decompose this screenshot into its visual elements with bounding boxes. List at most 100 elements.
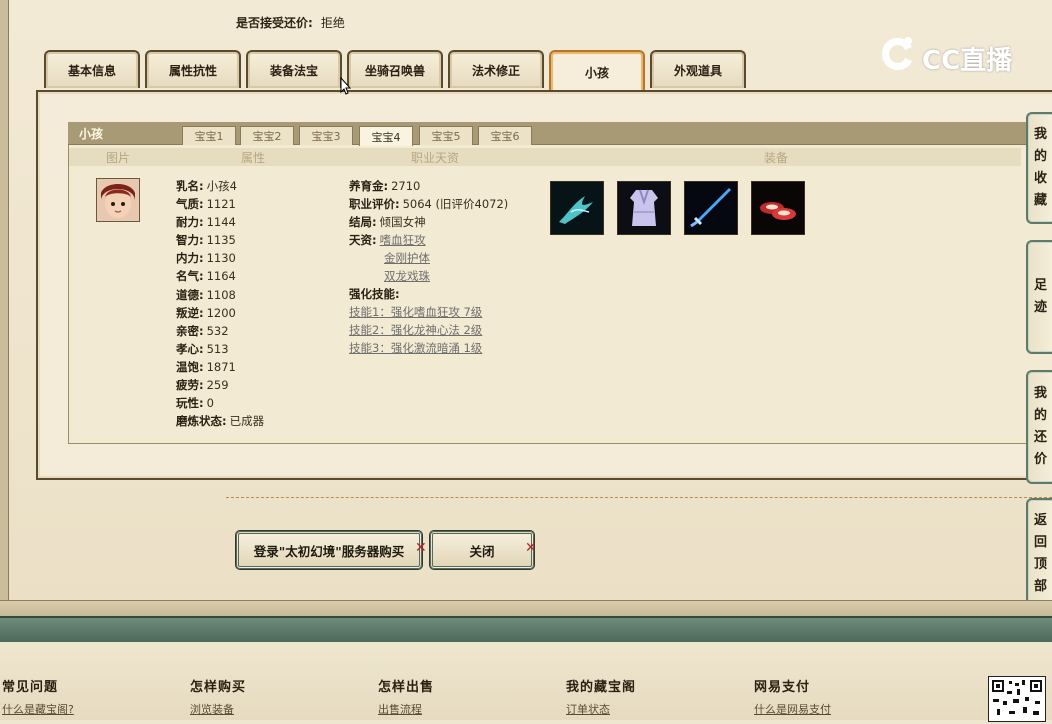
footer-col-my-treasure: 我的藏宝阁 订单状态 — [566, 676, 636, 717]
tab-spell-modifier[interactable]: 法术修正 — [448, 50, 544, 88]
offer-row: 是否接受还价: 拒绝 — [236, 14, 345, 31]
attr-key: 道德: — [176, 287, 204, 302]
tab-appearance-items[interactable]: 外观道具 — [650, 50, 746, 88]
talent-row: 天资: 嗜血狂攻 — [349, 232, 508, 250]
attr-row: 孝心: 513 — [176, 341, 264, 359]
side-tab-history[interactable]: 足迹 — [1026, 240, 1052, 354]
footer-heading: 网易支付 — [754, 680, 811, 695]
talent-label: 天资: — [349, 233, 377, 247]
job-talent-section: 养育金: 2710 职业评价: 5064 (旧评价4072) 结局: 倾国女神 天资:… — [349, 178, 508, 358]
tab-basic-info[interactable]: 基本信息 — [44, 50, 140, 88]
skill-link[interactable]: 技能1：强化嗜血狂攻 7级 — [349, 305, 482, 319]
footer-link[interactable]: 浏览装备 — [190, 701, 246, 717]
attr-key: 玩性: — [176, 396, 204, 411]
attr-key: 气质: — [176, 197, 204, 212]
divider — [226, 497, 1052, 498]
side-tab-history-label: 足迹 — [1034, 278, 1048, 315]
attr-value: 259 — [206, 378, 229, 393]
fee-label: 养育金: — [349, 179, 389, 193]
close-button[interactable]: 关闭 — [430, 531, 534, 569]
attr-value: 1121 — [206, 197, 236, 212]
side-tab-my-offers[interactable]: 我的还价 — [1026, 370, 1052, 484]
subtab-baby-6[interactable]: 宝宝6 — [478, 126, 532, 145]
attr-row: 智力: 1135 — [176, 232, 264, 250]
attr-row: 疲劳: 259 — [176, 377, 264, 395]
column-header-equipment: 装备 — [531, 148, 1022, 166]
talent-link[interactable]: 双龙戏珠 — [384, 269, 430, 283]
mouse-cursor-icon — [340, 76, 352, 98]
tab-equipment-treasure[interactable]: 装备法宝 — [246, 50, 342, 88]
left-border — [0, 0, 9, 600]
skill-link[interactable]: 技能2：强化龙神心法 2级 — [349, 323, 482, 337]
attr-row: 道德: 1108 — [176, 287, 264, 305]
offer-value: 拒绝 — [320, 16, 345, 30]
side-tab-favorites-label: 我的收藏 — [1034, 127, 1048, 208]
skill-row: 技能3：强化激流暗涌 1级 — [349, 340, 508, 358]
attr-key: 乳名: — [176, 179, 204, 193]
side-tab-favorites[interactable]: 我的收藏 — [1026, 112, 1052, 224]
attr-value: 已成器 — [229, 414, 265, 429]
attr-row: 气质: 1121 — [176, 196, 264, 214]
attribute-list: 乳名: 小孩4 气质: 1121 耐力: 1144 智力: 1135 内力: 1130 名… — [176, 178, 264, 431]
footer-heading: 怎样购买 — [190, 680, 247, 695]
footer — [0, 642, 1052, 720]
talent-link[interactable]: 金刚护体 — [384, 251, 430, 265]
spirit-bird-icon — [551, 182, 603, 234]
attr-value: 1135 — [206, 233, 236, 248]
ending-label: 结局: — [349, 215, 377, 229]
attr-key: 耐力: — [176, 215, 204, 230]
footer-link[interactable]: 出售流程 — [378, 701, 434, 717]
equip-slot-1[interactable] — [550, 181, 604, 235]
rating-row: 职业评价: 5064 (旧评价4072) — [349, 196, 508, 214]
shoes-icon — [752, 182, 804, 234]
subtab-baby-1[interactable]: 宝宝1 — [182, 126, 236, 145]
talent-link[interactable]: 嗜血狂攻 — [380, 233, 426, 247]
attr-value: 1200 — [206, 305, 236, 320]
equip-slot-4[interactable] — [751, 181, 805, 235]
equip-slot-3[interactable] — [684, 181, 738, 235]
side-tab-back-to-top-label: 返回顶部 — [1034, 513, 1048, 594]
subtab-baby-3[interactable]: 宝宝3 — [299, 126, 353, 145]
ending-row: 结局: 倾国女神 — [349, 214, 508, 232]
qr-code-icon — [988, 676, 1046, 722]
attr-key: 孝心: — [176, 341, 204, 356]
footer-link[interactable]: 什么是网易支付 — [754, 701, 831, 717]
fee-row: 养育金: 2710 — [349, 178, 508, 196]
equip-slot-2[interactable] — [617, 181, 671, 235]
attr-row: 温饱: 1871 — [176, 359, 264, 377]
close-button-ornament: ✕ — [525, 540, 537, 556]
attr-row: 叛逆: 1200 — [176, 305, 264, 323]
buy-button[interactable]: 登录"太初幻境"服务器购买 — [236, 531, 422, 569]
robe-icon — [618, 182, 670, 234]
cc-logo-icon — [882, 37, 912, 70]
attr-row: 玩性: 0 — [176, 395, 264, 413]
footer-col-payment: 网易支付 什么是网易支付 — [754, 676, 831, 717]
child-table-title: 小孩 — [79, 127, 104, 141]
subtab-baby-5[interactable]: 宝宝5 — [419, 126, 473, 145]
subtab-baby-4[interactable]: 宝宝4 — [359, 126, 413, 146]
subtab-baby-2[interactable]: 宝宝2 — [240, 126, 294, 145]
attr-key: 亲密: — [176, 323, 204, 338]
side-tab-back-to-top[interactable]: 返回顶部 — [1026, 498, 1052, 610]
column-header-job-talent: 职业天资 — [339, 148, 532, 166]
attr-row: 名气: 1164 — [176, 268, 264, 286]
footer-link[interactable]: 什么是藏宝阁? — [2, 701, 74, 717]
attr-value: 1130 — [206, 251, 236, 266]
footer-heading: 怎样出售 — [378, 680, 435, 695]
footer-link[interactable]: 订单状态 — [566, 701, 636, 717]
offer-label: 是否接受还价: — [236, 16, 313, 30]
column-header-attributes: 属性 — [167, 148, 340, 166]
attr-row: 内力: 1130 — [176, 250, 264, 268]
skill-link[interactable]: 技能3：强化激流暗涌 1级 — [349, 341, 482, 355]
attr-value: 1164 — [206, 269, 236, 284]
tab-attribute-resistance[interactable]: 属性抗性 — [145, 50, 241, 88]
footer-col-faq: 常见问题 什么是藏宝阁? — [2, 676, 74, 717]
bottom-band — [0, 616, 1052, 644]
rating-value: 5064 (旧评价4072) — [402, 197, 509, 211]
tab-child[interactable]: 小孩 — [549, 50, 645, 92]
tab-mount-summon[interactable]: 坐骑召唤兽 — [347, 50, 443, 88]
ending-value: 倾国女神 — [379, 215, 426, 229]
column-header-picture: 图片 — [69, 148, 168, 166]
skill-row: 技能2：强化龙神心法 2级 — [349, 322, 508, 340]
attr-key: 磨炼状态: — [176, 414, 227, 429]
